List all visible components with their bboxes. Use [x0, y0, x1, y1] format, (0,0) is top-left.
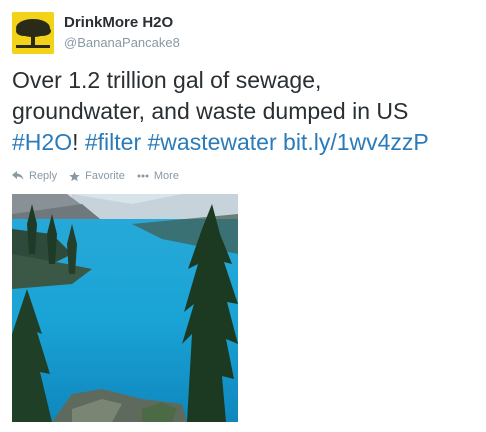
display-name[interactable]: DrinkMore H2O — [64, 14, 180, 32]
more-label: More — [153, 170, 179, 182]
tweet-text-line2: groundwater, and waste dumped in US — [12, 98, 409, 124]
lake-photo — [12, 194, 238, 422]
tweet-header: DrinkMore H2O @BananaPancake8 — [12, 12, 180, 54]
avatar[interactable] — [12, 12, 54, 54]
tweet-actions: Reply Favorite More — [12, 170, 191, 182]
hashtag-wastewater[interactable]: #wastewater — [148, 129, 277, 155]
more-button[interactable]: More — [137, 170, 179, 182]
star-icon — [69, 170, 80, 182]
reply-label: Reply — [29, 170, 58, 182]
tree-logo-icon — [12, 12, 54, 54]
tweet-link[interactable]: bit.ly/1wv4zzP — [283, 129, 429, 155]
user-handle[interactable]: @BananaPancake8 — [64, 34, 180, 52]
tweet-punctuation: ! — [72, 129, 79, 155]
reply-button[interactable]: Reply — [12, 170, 57, 182]
tweet-text: Over 1.2 trillion gal of sewage, groundw… — [12, 65, 482, 158]
favorite-button[interactable]: Favorite — [69, 170, 125, 182]
favorite-label: Favorite — [85, 170, 125, 182]
hashtag-filter[interactable]: #filter — [85, 129, 141, 155]
hashtag-h2o[interactable]: #H2O — [12, 129, 72, 155]
reply-icon — [12, 171, 24, 181]
tweet-photo[interactable] — [12, 194, 238, 422]
tweet-text-line1: Over 1.2 trillion gal of sewage, — [12, 67, 322, 93]
more-dots-icon — [137, 174, 149, 178]
